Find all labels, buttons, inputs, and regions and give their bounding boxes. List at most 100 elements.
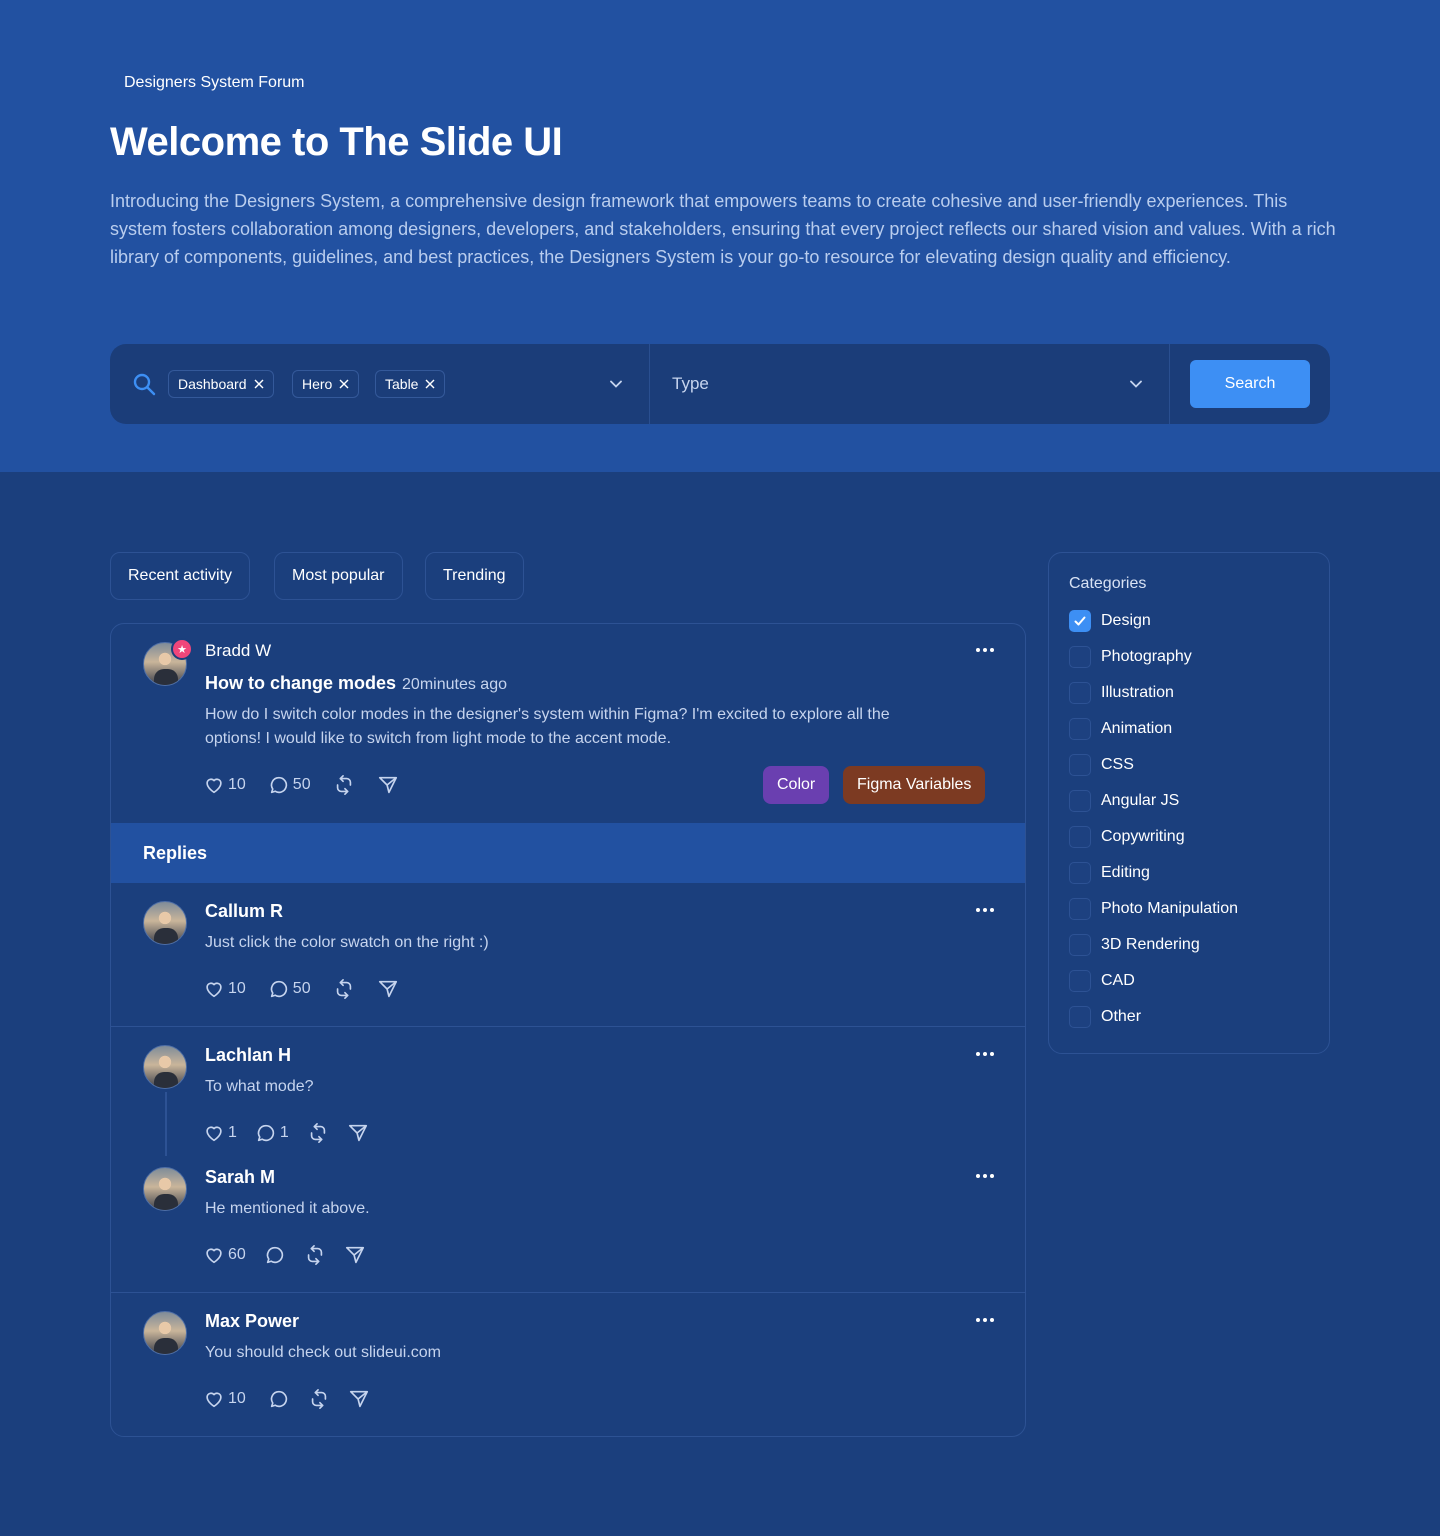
checkbox[interactable]	[1069, 970, 1091, 992]
category-checkbox-row[interactable]: Illustration	[1069, 682, 1174, 704]
replies-header: Replies	[111, 823, 1025, 883]
like-button[interactable]: 10	[203, 1388, 246, 1410]
repost-button[interactable]	[333, 774, 355, 796]
category-label: CAD	[1101, 972, 1135, 989]
reply-author[interactable]: Callum R	[205, 901, 283, 922]
avatar[interactable]	[143, 1045, 187, 1089]
comment-button[interactable]	[268, 1388, 290, 1410]
tag-figma-variables[interactable]: Figma Variables	[843, 766, 986, 804]
category-checkbox-row[interactable]: 3D Rendering	[1069, 934, 1200, 956]
category-checkbox-row[interactable]: Design	[1069, 610, 1151, 632]
share-button[interactable]	[348, 1388, 370, 1410]
filter-chip-hero[interactable]: Hero	[292, 370, 360, 398]
checkbox[interactable]	[1069, 682, 1091, 704]
more-options-icon[interactable]	[975, 907, 995, 913]
reply-actions: 10 50	[203, 977, 421, 1001]
hero-section: Designers System Forum Welcome to The Sl…	[0, 0, 1440, 472]
close-icon[interactable]	[254, 379, 264, 389]
reply-author[interactable]: Sarah M	[205, 1167, 275, 1188]
repost-icon	[336, 979, 351, 999]
category-checkbox-row[interactable]: Photo Manipulation	[1069, 898, 1238, 920]
page-description: Introducing the Designers System, a comp…	[110, 191, 1336, 267]
like-button[interactable]: 1	[203, 1122, 237, 1144]
avatar[interactable]	[143, 1167, 187, 1211]
filter-chip-table[interactable]: Table	[375, 370, 446, 398]
like-button[interactable]: 60	[203, 1244, 246, 1266]
checkbox[interactable]	[1069, 718, 1091, 740]
checkbox[interactable]	[1069, 646, 1091, 668]
comment-button[interactable]: 1	[255, 1122, 289, 1144]
repost-icon	[307, 1245, 323, 1265]
category-checkbox-row[interactable]: Photography	[1069, 646, 1192, 668]
reply-author[interactable]: Lachlan H	[205, 1045, 291, 1066]
filter-chip-dashboard[interactable]: Dashboard	[168, 370, 274, 398]
checkbox[interactable]	[1069, 862, 1091, 884]
like-count: 10	[228, 776, 246, 793]
category-label: Copywriting	[1101, 828, 1185, 845]
share-button[interactable]	[347, 1122, 369, 1144]
post-title[interactable]: How to change modes	[205, 673, 396, 693]
avatar[interactable]	[143, 1311, 187, 1355]
reply-actions: 1 1	[203, 1121, 391, 1145]
repost-button[interactable]	[308, 1388, 330, 1410]
close-icon[interactable]	[425, 379, 435, 389]
share-button[interactable]	[377, 978, 399, 1000]
more-options-icon[interactable]	[975, 1173, 995, 1179]
tab-trending[interactable]: Trending	[425, 552, 524, 600]
close-icon[interactable]	[339, 379, 349, 389]
more-options-icon[interactable]	[975, 647, 995, 653]
comment-icon	[270, 980, 287, 998]
repost-icon	[311, 1389, 327, 1409]
comment-button[interactable]: 50	[268, 978, 311, 1000]
search-divider	[1169, 344, 1170, 424]
comment-button[interactable]	[264, 1244, 286, 1266]
category-checkbox-row[interactable]: Other	[1069, 1006, 1141, 1028]
checkbox[interactable]	[1069, 826, 1091, 848]
category-checkbox-row[interactable]: CAD	[1069, 970, 1135, 992]
category-checkbox-row[interactable]: Copywriting	[1069, 826, 1185, 848]
like-button[interactable]: 10	[203, 978, 246, 1000]
send-icon	[378, 980, 397, 998]
like-button[interactable]: 10	[203, 774, 246, 796]
avatar[interactable]	[143, 901, 187, 945]
checkbox[interactable]	[1069, 754, 1091, 776]
category-label: CSS	[1101, 756, 1134, 773]
categories-title: Categories	[1069, 575, 1147, 592]
checkbox[interactable]	[1069, 1006, 1091, 1028]
category-label: Angular JS	[1101, 792, 1180, 809]
search-button[interactable]: Search	[1190, 360, 1310, 408]
comment-button[interactable]: 50	[268, 774, 311, 796]
chip-label: Dashboard	[178, 376, 247, 392]
category-checkbox-row[interactable]: Animation	[1069, 718, 1172, 740]
checkbox[interactable]	[1069, 790, 1091, 812]
tag-color[interactable]: Color	[763, 766, 830, 804]
repost-button[interactable]	[304, 1244, 326, 1266]
category-checkbox-row[interactable]: Editing	[1069, 862, 1150, 884]
repost-button[interactable]	[333, 978, 355, 1000]
like-count: 10	[228, 980, 246, 997]
tab-recent-activity[interactable]: Recent activity	[110, 552, 251, 600]
reply-body: To what mode?	[205, 1078, 314, 1095]
tab-most-popular[interactable]: Most popular	[274, 552, 403, 600]
heart-icon	[206, 778, 222, 794]
checkbox[interactable]	[1069, 934, 1091, 956]
reply: Lachlan H To what mode? 1 1	[111, 1027, 1025, 1149]
more-options-icon[interactable]	[975, 1051, 995, 1057]
main-post: ★ Bradd W How to change modes 20minutes a…	[111, 624, 1025, 823]
share-button[interactable]	[344, 1244, 366, 1266]
share-button[interactable]	[377, 774, 399, 796]
checkbox[interactable]	[1069, 610, 1091, 632]
chevron-down-icon[interactable]	[609, 377, 623, 391]
more-options-icon[interactable]	[975, 1317, 995, 1323]
post-author[interactable]: Bradd W	[205, 641, 271, 661]
checkbox[interactable]	[1069, 898, 1091, 920]
comment-count: 50	[292, 980, 311, 997]
reply-author[interactable]: Max Power	[205, 1311, 299, 1332]
chevron-down-icon[interactable]	[1129, 377, 1143, 391]
type-select[interactable]: Type	[672, 374, 709, 394]
repost-button[interactable]	[307, 1122, 329, 1144]
category-checkbox-row[interactable]: CSS	[1069, 754, 1134, 776]
category-checkbox-row[interactable]: Angular JS	[1069, 790, 1179, 812]
categories-panel: Categories Design Photography Illustration…	[1048, 552, 1330, 1054]
comment-count: 50	[292, 776, 311, 793]
